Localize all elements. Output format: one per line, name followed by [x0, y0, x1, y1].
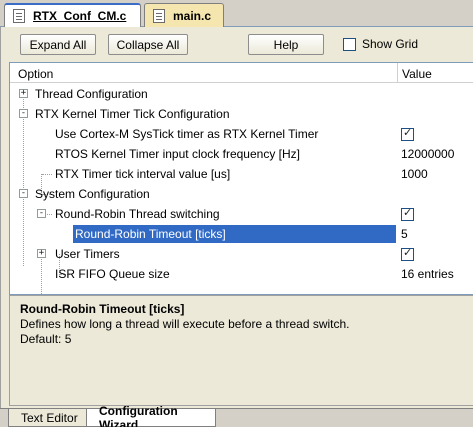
option-value[interactable]: [401, 126, 414, 144]
option-label: ISR FIFO Queue size: [55, 267, 170, 281]
help-button[interactable]: Help: [248, 34, 324, 55]
file-tab-strip: RTX_Conf_CM.c main.c: [0, 0, 473, 27]
use-systick-checkbox[interactable]: [401, 126, 414, 141]
option-value[interactable]: 5: [401, 227, 408, 241]
grid-row-kernel-timer-tick[interactable]: - RTX Kernel Timer Tick Configuration: [10, 104, 473, 124]
tab-text-editor[interactable]: Text Editor: [8, 409, 88, 427]
collapse-icon[interactable]: -: [19, 109, 28, 118]
expand-all-button[interactable]: Expand All: [20, 34, 96, 55]
option-value[interactable]: [401, 206, 414, 224]
file-tab-label: main.c: [173, 8, 212, 23]
grid-row-user-timers[interactable]: + User Timers: [10, 244, 473, 264]
option-value[interactable]: 16 entries: [401, 267, 454, 281]
file-tab-label: RTX_Conf_CM.c: [33, 9, 127, 23]
grid-row-use-systick[interactable]: Use Cortex-M SysTick timer as RTX Kernel…: [10, 124, 473, 144]
grid-row-system-configuration[interactable]: - System Configuration: [10, 184, 473, 204]
option-label: RTOS Kernel Timer input clock frequency …: [55, 147, 300, 161]
option-value[interactable]: [401, 246, 414, 264]
grid-row-round-robin-timeout[interactable]: Round-Robin Timeout [ticks] 5: [10, 224, 473, 244]
option-value[interactable]: 12000000: [401, 147, 454, 161]
collapse-icon[interactable]: -: [19, 189, 28, 198]
editor-mode-tabs: Text Editor Configuration Wizard: [0, 404, 473, 427]
expand-icon[interactable]: +: [19, 89, 28, 98]
description-default: Default: 5: [20, 332, 72, 346]
grid-row-timer-tick-interval[interactable]: RTX Timer tick interval value [us] 1000: [10, 164, 473, 184]
grid-row-thread-configuration[interactable]: + Thread Configuration: [10, 84, 473, 104]
option-label: User Timers: [55, 247, 120, 261]
description-text: Defines how long a thread will execute b…: [20, 317, 350, 331]
option-label: Use Cortex-M SysTick timer as RTX Kernel…: [55, 127, 319, 141]
grid-row-kernel-clock-frequency[interactable]: RTOS Kernel Timer input clock frequency …: [10, 144, 473, 164]
show-grid-checkbox-box[interactable]: [343, 37, 356, 51]
option-label: RTX Timer tick interval value [us]: [55, 167, 231, 181]
collapse-icon[interactable]: -: [37, 209, 46, 218]
description-title: Round-Robin Timeout [ticks]: [20, 302, 185, 316]
option-label: Round-Robin Timeout [ticks]: [75, 227, 226, 241]
tab-configuration-wizard[interactable]: Configuration Wizard: [86, 404, 216, 427]
show-grid-checkbox[interactable]: Show Grid: [343, 37, 418, 51]
option-label: Thread Configuration: [35, 87, 148, 101]
user-timers-checkbox[interactable]: [401, 246, 414, 261]
show-grid-label: Show Grid: [362, 37, 419, 51]
expand-icon[interactable]: +: [37, 249, 46, 258]
option-value[interactable]: 1000: [401, 167, 428, 181]
option-label: Round-Robin Thread switching: [55, 207, 220, 221]
grid-header: Option Value: [10, 63, 473, 83]
column-divider[interactable]: [397, 63, 398, 83]
file-icon: [153, 8, 165, 23]
grid-row-round-robin-switching[interactable]: - Round-Robin Thread switching: [10, 204, 473, 224]
option-label: RTX Kernel Timer Tick Configuration: [35, 107, 230, 121]
collapse-all-button[interactable]: Collapse All: [108, 34, 188, 55]
column-header-option[interactable]: Option: [18, 67, 53, 81]
column-header-value[interactable]: Value: [402, 67, 432, 81]
grid-row-isr-fifo-queue[interactable]: ISR FIFO Queue size 16 entries: [10, 264, 473, 284]
wizard-toolbar: Expand All Collapse All Help Show Grid: [1, 27, 473, 61]
description-pane: Round-Robin Timeout [ticks] Defines how …: [9, 295, 473, 406]
file-icon: [13, 9, 25, 23]
configuration-wizard-panel: Expand All Collapse All Help Show Grid O…: [0, 27, 473, 408]
file-tab-rtx-conf[interactable]: RTX_Conf_CM.c: [4, 3, 141, 27]
file-tab-main[interactable]: main.c: [144, 3, 224, 27]
options-grid: Option Value + Thread Configuration - RT…: [9, 62, 473, 295]
option-label: System Configuration: [35, 187, 150, 201]
round-robin-checkbox[interactable]: [401, 206, 414, 221]
